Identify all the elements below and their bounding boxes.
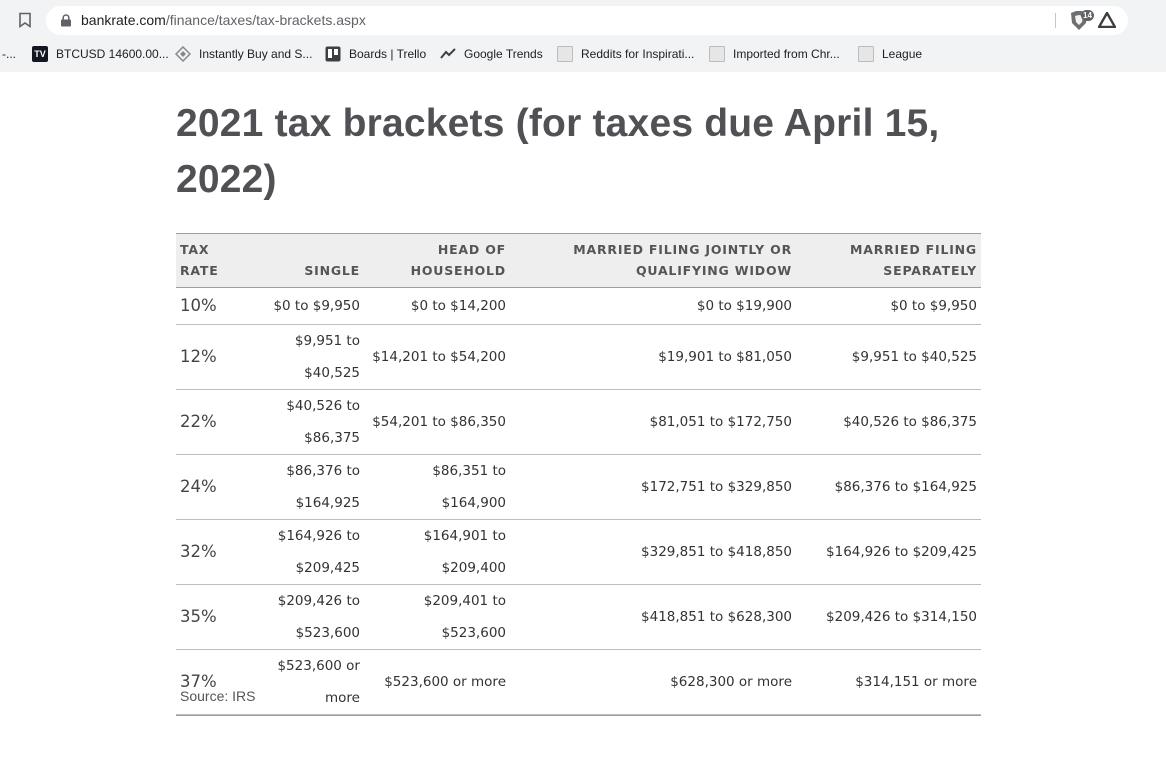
browser-chrome: bankrate.com/finance/taxes/tax-brackets.… [0,0,1166,72]
table-header-row: Tax rate Single Head of household Marrie… [176,233,981,288]
bookmark-label: Imported from Chr... [733,47,840,61]
source-note: Source: IRS [180,688,256,704]
bookmark-label: BTCUSD 14600.00... [56,47,169,61]
table-row: 35% $209,426 to $523,600 $209,401 to $523,… [176,584,981,650]
header-head-of-household: Head of household [364,233,510,288]
cell-single: $209,426 to $523,600 [240,584,364,650]
table-row: 10% $0 to $9,950 $0 to $14,200 $0 to $19,90… [176,287,981,325]
bookmark-label: Reddits for Inspirati... [581,47,695,61]
bookmark-item[interactable]: -... [2,45,16,63]
cell-married-filing-separately: $9,951 to $40,525 [796,324,981,390]
cell-single: $40,526 to $86,375 [240,389,364,455]
cell-head-of-household: $164,901 to $209,400 [364,519,510,585]
cell-single: $9,951 to $40,525 [240,324,364,390]
url-host: bankrate.com [81,12,166,28]
table-row: 12% $9,951 to $40,525 $14,201 to $54,200 $1… [176,324,981,390]
header-single: Single [240,233,364,288]
cell-head-of-household: $523,600 or more [364,649,510,715]
bookmark-label: -... [2,47,16,61]
url-path: /finance/taxes/tax-brackets.aspx [165,12,366,28]
cell-married-filing-separately: $86,376 to $164,925 [796,454,981,520]
address-bar-row: bankrate.com/finance/taxes/tax-brackets.… [0,0,1166,40]
bookmark-item[interactable]: TV BTCUSD 14600.00... [32,45,169,63]
cell-married-filing-separately: $209,426 to $314,150 [796,584,981,650]
bookmark-item[interactable]: Instantly Buy and S... [175,45,312,63]
header-tax-rate: Tax rate [176,233,240,288]
bookmark-label: League [882,47,923,61]
cell-single: $0 to $9,950 [240,287,364,325]
doc-icon [557,46,573,62]
cell-single: $86,376 to $164,925 [240,454,364,520]
table-row: 24% $86,376 to $164,925 $86,351 to $164,90… [176,454,981,520]
tradingview-icon: TV [32,46,48,62]
cell-tax-rate: 37% [176,649,240,715]
cell-married-filing-separately: $314,151 or more [796,649,981,715]
trello-icon [325,46,341,62]
bookmark-icon[interactable] [18,12,32,28]
bookmark-item[interactable]: Imported from Chr... [709,45,840,63]
cell-married-filing-jointly: $0 to $19,900 [510,287,796,325]
cell-married-filing-jointly: $19,901 to $81,050 [510,324,796,390]
diamond-icon [175,46,191,62]
cell-single: $164,926 to $209,425 [240,519,364,585]
cell-married-filing-separately: $164,926 to $209,425 [796,519,981,585]
cell-married-filing-jointly: $418,851 to $628,300 [510,584,796,650]
omnibox-divider [1055,13,1056,28]
cell-head-of-household: $86,351 to $164,900 [364,454,510,520]
header-married-filing-separately: Married filing separately [796,233,981,288]
cell-tax-rate: 12% [176,324,240,390]
lock-icon[interactable] [60,14,72,27]
cell-tax-rate: 32% [176,519,240,585]
bookmark-label: Instantly Buy and S... [199,47,313,61]
cell-married-filing-jointly: $172,751 to $329,850 [510,454,796,520]
bookmarks-bar: -... TV BTCUSD 14600.00... Instantly Buy… [0,40,1166,68]
table-row: 32% $164,926 to $209,425 $164,901 to $209,… [176,519,981,585]
cell-head-of-household: $209,401 to $523,600 [364,584,510,650]
cell-tax-rate: 24% [176,454,240,520]
cell-married-filing-jointly: $81,051 to $172,750 [510,389,796,455]
triangle-extension-icon[interactable] [1098,12,1116,28]
cell-single: $523,600 or more [240,649,364,715]
address-bar[interactable]: bankrate.com/finance/taxes/tax-brackets.… [46,6,1128,35]
bookmark-label: Boards | Trello [349,47,427,61]
bookmark-item[interactable]: Google Trends [440,45,543,63]
page-title: 2021 tax brackets (for taxes due April 1… [176,102,940,201]
cell-married-filing-separately: $0 to $9,950 [796,287,981,325]
doc-icon [858,46,874,62]
bookmark-item[interactable]: League [858,45,922,63]
cell-head-of-household: $14,201 to $54,200 [364,324,510,390]
cell-married-filing-jointly: $329,851 to $418,850 [510,519,796,585]
doc-icon [709,46,725,62]
bookmark-item[interactable]: Reddits for Inspirati... [557,45,694,63]
cell-tax-rate: 35% [176,584,240,650]
cell-married-filing-separately: $40,526 to $86,375 [796,389,981,455]
cell-head-of-household: $0 to $14,200 [364,287,510,325]
cell-married-filing-jointly: $628,300 or more [510,649,796,715]
trends-icon [440,48,456,59]
table-row: 22% $40,526 to $86,375 $54,201 to $86,350 $… [176,389,981,455]
tax-brackets-table: Tax rate Single Head of household Marrie… [176,233,981,715]
url-text[interactable]: bankrate.com/finance/taxes/tax-brackets.… [81,12,366,28]
cell-tax-rate: 10% [176,287,240,325]
cell-tax-rate: 22% [176,389,240,455]
source-divider [176,715,981,716]
bookmark-label: Google Trends [464,47,543,61]
shield-count-badge: 14 [1081,10,1094,21]
bookmark-item[interactable]: Boards | Trello [325,45,426,63]
cell-head-of-household: $54,201 to $86,350 [364,389,510,455]
table-row: 37% $523,600 or more $523,600 or more $628,… [176,649,981,715]
header-married-filing-jointly: Married filing jointly or qualifying wid… [510,233,796,288]
